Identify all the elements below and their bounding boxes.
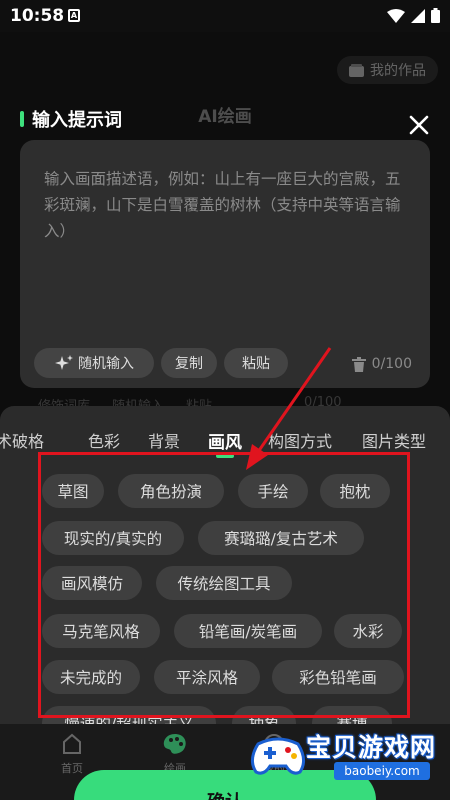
prompt-header: 输入提示词 — [20, 106, 122, 132]
status-time: 10:58 — [10, 6, 65, 26]
trash-icon[interactable] — [351, 356, 366, 372]
char-counter: 0/100 — [351, 356, 412, 372]
prompt-title: 输入提示词 — [32, 110, 122, 131]
home-icon — [63, 733, 81, 754]
annotation-box — [38, 452, 410, 718]
random-input-label: 随机输入 — [78, 356, 134, 372]
watermark-url: baobeiy.com — [334, 762, 430, 780]
copy-button[interactable]: 复制 — [161, 348, 217, 378]
watermark: 宝贝游戏网 baobeiy.com — [246, 726, 442, 784]
nav-home-label: 首页 — [61, 762, 83, 775]
notification-icon: A — [68, 9, 80, 22]
sparkle-icon — [55, 355, 73, 370]
random-input-button[interactable]: 随机输入 — [34, 348, 154, 378]
copy-label: 复制 — [175, 356, 203, 372]
paste-label: 粘贴 — [242, 356, 270, 372]
palette-icon — [163, 734, 186, 754]
prompt-textarea[interactable]: 输入画面描述语，例如：山上有一座巨大的宫殿，五彩斑斓，山下是白雪覆盖的树林（支持… — [44, 166, 414, 244]
signal-icon — [411, 8, 425, 23]
gamepad-icon — [251, 737, 305, 775]
counter-text: 0/100 — [371, 356, 412, 372]
close-icon[interactable] — [408, 114, 430, 136]
nav-home[interactable]: 首页 — [60, 732, 84, 776]
confirm-label: 确认 — [207, 788, 243, 800]
status-bar: 10:58 A — [0, 0, 450, 32]
battery-icon — [431, 8, 440, 23]
watermark-text: 宝贝游戏网 — [306, 733, 437, 762]
wifi-icon — [387, 8, 405, 23]
accent-bar — [20, 111, 24, 127]
prompt-input-card[interactable]: 输入画面描述语，例如：山上有一座巨大的宫殿，五彩斑斓，山下是白雪覆盖的树林（支持… — [20, 140, 430, 388]
paste-button[interactable]: 粘贴 — [224, 348, 288, 378]
status-icons — [387, 8, 440, 23]
